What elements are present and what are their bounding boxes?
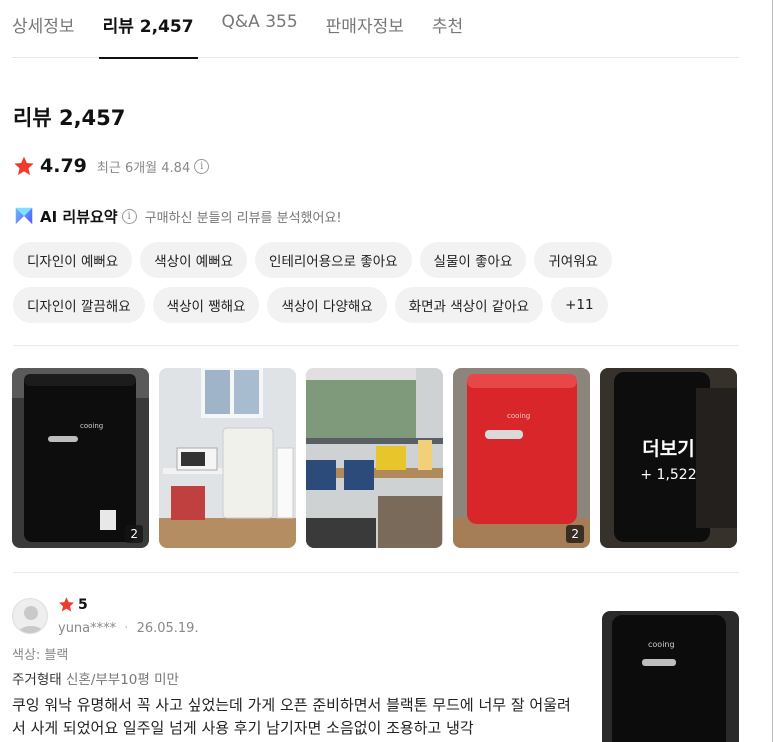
product-tabs: 상세정보 리뷰 2,457 Q&A 355 판매자정보 추천: [12, 0, 739, 59]
keyword-chip[interactable]: 실물이 좋아요: [419, 242, 527, 278]
reviews-title: 리뷰 2,457: [13, 106, 126, 130]
ai-sparkle-icon: [15, 207, 33, 225]
white-fridge-room-photo: [159, 368, 296, 548]
red-fridge-photo: cooing: [453, 368, 590, 548]
keyword-chip[interactable]: 색상이 예뻐요: [140, 242, 248, 278]
keyword-chip[interactable]: 색상이 다양해요: [267, 287, 387, 323]
tab-recommend[interactable]: 추천: [432, 0, 463, 58]
meta-separator: ·: [124, 621, 129, 636]
keyword-chip[interactable]: 디자인이 예뻐요: [13, 242, 133, 278]
more-keywords-chip[interactable]: +11: [551, 287, 608, 323]
recent-score: 최근 6개월 4.84: [96, 160, 191, 176]
review-photo[interactable]: cooing 2: [12, 368, 149, 548]
review-option: 색상: 블랙: [12, 648, 69, 663]
black-fridge-photo: cooing: [12, 368, 149, 548]
review-thumbnail[interactable]: cooing: [602, 611, 739, 742]
review-rating: 5: [58, 596, 88, 613]
more-label: 더보기: [642, 437, 695, 460]
ai-summary-label: AI 리뷰요약: [40, 207, 118, 226]
keyword-chip[interactable]: 인테리어용으로 좋아요: [255, 242, 412, 278]
review-author: yuna****: [58, 621, 117, 636]
more-photos-overlay: 더보기 + 1,522: [600, 368, 737, 548]
keyword-chip[interactable]: 화면과 색상이 같아요: [394, 287, 544, 323]
review-star-count: 5: [78, 596, 88, 613]
ai-info-icon[interactable]: i: [121, 208, 137, 224]
rating-summary: 4.79 최근 6개월 4.84 i: [13, 155, 210, 177]
keyword-chips: 디자인이 예뻐요 색상이 예뻐요 인테리어용으로 좋아요 실물이 좋아요 귀여워…: [13, 242, 693, 332]
photo-count-badge: 2: [566, 525, 584, 543]
review-photo[interactable]: [306, 368, 443, 548]
more-photos-button[interactable]: 더보기 + 1,522: [600, 368, 737, 548]
keyword-chip[interactable]: 색상이 쨍해요: [152, 287, 260, 323]
avatar: [12, 598, 48, 634]
ai-summary-header: AI 리뷰요약 i 구매하신 분들의 리뷰를 분석했어요!: [13, 205, 342, 227]
keyword-chip[interactable]: 디자인이 깔끔해요: [13, 287, 145, 323]
svg-text:cooing: cooing: [507, 412, 530, 420]
divider: [13, 345, 739, 346]
svg-text:cooing: cooing: [648, 640, 675, 649]
info-icon[interactable]: i: [194, 158, 210, 174]
review-photo[interactable]: [159, 368, 296, 548]
review-photo-strip: cooing 2 cooing 2 더보기 + 1,522: [12, 368, 747, 548]
ai-summary-description: 구매하신 분들의 리뷰를 분석했어요!: [144, 210, 342, 226]
more-count: + 1,522: [640, 466, 697, 483]
svg-text:cooing: cooing: [80, 422, 103, 430]
tab-qna[interactable]: Q&A 355: [222, 0, 298, 58]
divider: [13, 572, 739, 573]
review-meta: yuna**** · 26.05.19.: [58, 621, 199, 636]
tab-detail[interactable]: 상세정보: [12, 0, 75, 58]
tab-seller-info[interactable]: 판매자정보: [326, 0, 404, 58]
star-icon: [14, 156, 34, 175]
tab-reviews[interactable]: 리뷰 2,457: [98, 0, 198, 59]
housing-value: 신혼/부부10평 미만: [65, 672, 179, 688]
review-body: 쿠잉 워낙 유명해서 꼭 사고 싶었는데 가게 오픈 준비하면서 블랙톤 무드에…: [12, 696, 571, 737]
average-score: 4.79: [40, 155, 87, 177]
office-room-photo: [306, 368, 443, 548]
housing-label: 주거형태: [12, 672, 62, 688]
keyword-chip[interactable]: 귀여워요: [534, 242, 613, 278]
star-icon: [59, 597, 74, 612]
photo-count-badge: 2: [125, 525, 143, 543]
black-fridge-photo: cooing: [602, 611, 739, 742]
review-photo[interactable]: cooing 2: [453, 368, 590, 548]
review-date: 26.05.19.: [136, 621, 199, 636]
review-housing: 주거형태 신혼/부부10평 미만: [12, 668, 179, 688]
